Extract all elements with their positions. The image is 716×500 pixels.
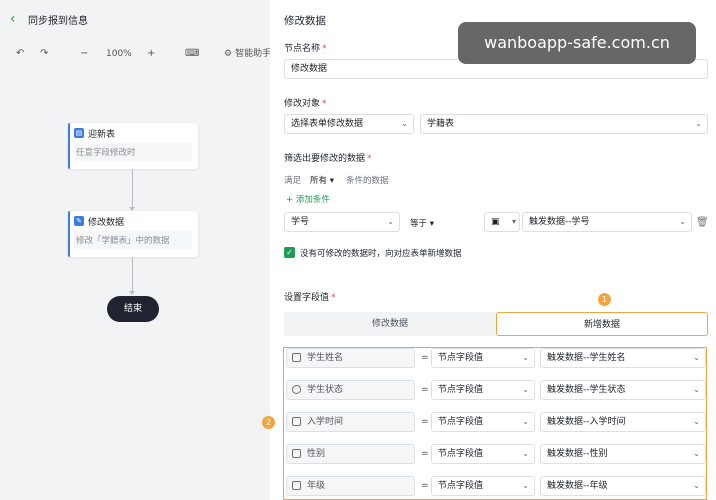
chevron-down-icon: ⌄ <box>387 217 394 226</box>
connector-line <box>132 257 133 293</box>
filter-scope-dropdown[interactable]: 所有 ▾ <box>310 174 334 186</box>
condition-operator-dropdown[interactable]: 等于 ▾ <box>410 217 434 229</box>
back-arrow-icon[interactable]: ‹ <box>10 12 22 26</box>
mode-tabs: 修改数据 新增数据 <box>284 312 708 336</box>
flow-canvas: ‹ 同步报到信息 ↶ ↷ − 100% + ⌨ ⚙ 智能助手 ▤ 迎新表 任意字… <box>0 0 271 500</box>
filter-suffix: 条件的数据 <box>346 176 389 186</box>
chevron-down-icon: ▾ <box>511 217 516 226</box>
form-icon: ▤ <box>74 128 84 138</box>
value-type-icon: ▣ <box>491 217 500 227</box>
annotation-badge: 2 <box>262 416 275 429</box>
chevron-down-icon: ⌄ <box>522 353 529 362</box>
tab-update-data[interactable]: 修改数据 <box>284 312 496 336</box>
chevron-down-icon: ⌄ <box>522 481 529 490</box>
target-label: 修改对象 * <box>284 99 327 109</box>
connector-arrow-icon <box>129 291 135 295</box>
set-fields-label: 设置字段值 * <box>284 293 336 303</box>
insert-if-empty-checkbox[interactable]: ✓ <box>284 247 295 258</box>
value-type-select[interactable]: 节点字段值 ⌄ <box>431 380 535 400</box>
value-select[interactable]: 触发数据--性别 ⌄ <box>540 444 706 464</box>
end-node[interactable]: 结束 <box>107 296 159 322</box>
value-select[interactable]: 触发数据--学生姓名 ⌄ <box>540 348 706 368</box>
calendar-icon <box>292 417 301 426</box>
add-condition-button[interactable]: + 添加条件 <box>286 193 330 205</box>
undo-icon[interactable]: ↶ <box>16 48 24 60</box>
filter-prefix: 满足 <box>284 176 302 186</box>
node-desc: 修改「学籍表」中的数据 <box>74 231 192 249</box>
value-type-select[interactable]: 节点字段值 ⌄ <box>431 476 535 496</box>
target-form-select[interactable]: 学籍表 ⌄ <box>420 114 708 134</box>
chevron-down-icon: ⌄ <box>693 353 700 362</box>
chevron-down-icon: ⌄ <box>522 417 529 426</box>
chevron-down-icon: ⌄ <box>693 385 700 394</box>
dropdown-field-icon <box>292 481 301 490</box>
target-mode-select[interactable]: 选择表单修改数据 ⌄ <box>284 114 414 134</box>
field-name: 年级 <box>286 476 415 496</box>
value-select[interactable]: 触发数据--年级 ⌄ <box>540 476 706 496</box>
chevron-down-icon: ⌄ <box>693 449 700 458</box>
chevron-down-icon: ⌄ <box>401 119 408 128</box>
value-type-select[interactable]: ▣ ▾ <box>484 212 520 232</box>
insert-if-empty-label: 没有可修改的数据时，向对应表单新增数据 <box>300 249 462 259</box>
node-title: 迎新表 <box>88 129 116 140</box>
ai-assistant-label: 智能助手 <box>235 49 272 59</box>
top-bar: ‹ 同步报到信息 <box>0 0 270 38</box>
equals-sign: = <box>421 353 429 363</box>
dropdown-field-icon <box>292 449 301 458</box>
chevron-down-icon: ⌄ <box>695 119 702 128</box>
field-mapping-list: 学生姓名 = 节点字段值 ⌄ 触发数据--学生姓名 ⌄ 学生状态 = 节点字段值 ⌄ … <box>283 347 707 500</box>
tab-insert-data[interactable]: 新增数据 <box>496 312 708 336</box>
watermark: wanboapp-safe.com.cn <box>458 22 696 64</box>
value-type-select[interactable]: 节点字段值 ⌄ <box>431 348 535 368</box>
zoom-out-icon[interactable]: − <box>80 48 88 60</box>
filter-label: 筛选出要修改的数据 * <box>284 154 372 164</box>
flow-node-trigger[interactable]: ▤ 迎新表 任意字段修改时 <box>68 123 198 169</box>
annotation-badge: 1 <box>598 293 611 306</box>
chevron-down-icon: ⌄ <box>522 385 529 394</box>
page-title: 同步报到信息 <box>28 15 88 27</box>
field-name: 性别 <box>286 444 415 464</box>
chevron-down-icon: ⌄ <box>693 417 700 426</box>
equals-sign: = <box>421 417 429 427</box>
value-type-select[interactable]: 节点字段值 ⌄ <box>431 412 535 432</box>
field-name: 入学时间 <box>286 412 415 432</box>
equals-sign: = <box>421 481 429 491</box>
value-select[interactable]: 触发数据--学生状态 ⌄ <box>540 380 706 400</box>
chevron-down-icon: ⌄ <box>693 481 700 490</box>
field-name: 学生状态 <box>286 380 415 400</box>
equals-sign: = <box>421 385 429 395</box>
edit-icon: ✎ <box>74 216 84 226</box>
equals-sign: = <box>421 449 429 459</box>
text-field-icon <box>292 353 301 362</box>
zoom-level: 100% <box>106 49 132 59</box>
radio-field-icon <box>292 385 301 394</box>
redo-icon[interactable]: ↷ <box>40 48 48 60</box>
node-name-label: 节点名称 * <box>284 44 327 54</box>
flow-node-update[interactable]: ✎ 修改数据 修改「学籍表」中的数据 <box>68 211 198 257</box>
node-desc: 任意字段修改时 <box>74 143 192 161</box>
node-title: 修改数据 <box>88 217 125 228</box>
canvas-toolbar: ↶ ↷ − 100% + ⌨ ⚙ 智能助手 <box>0 42 271 68</box>
condition-field-select[interactable]: 学号 ⌄ <box>284 212 400 232</box>
keyboard-icon[interactable]: ⌨ <box>185 48 199 60</box>
settings-panel: 修改数据 节点名称 * 修改数据 修改对象 * 选择表单修改数据 ⌄ 学籍表 ⌄ 筛选出… <box>270 0 716 500</box>
chevron-down-icon: ⌄ <box>679 217 686 226</box>
connector-line <box>132 169 133 209</box>
value-select[interactable]: 触发数据--入学时间 ⌄ <box>540 412 706 432</box>
condition-value-select[interactable]: 触发数据--学号 ⌄ <box>522 212 692 232</box>
trash-icon[interactable]: 🗑 <box>696 217 709 228</box>
zoom-in-icon[interactable]: + <box>147 48 155 60</box>
value-type-select[interactable]: 节点字段值 ⌄ <box>431 444 535 464</box>
panel-title: 修改数据 <box>284 15 326 27</box>
ai-assistant-button[interactable]: ⚙ 智能助手 <box>224 48 271 60</box>
field-name: 学生姓名 <box>286 348 415 368</box>
gear-icon: ⚙ <box>224 49 233 59</box>
chevron-down-icon: ⌄ <box>522 449 529 458</box>
